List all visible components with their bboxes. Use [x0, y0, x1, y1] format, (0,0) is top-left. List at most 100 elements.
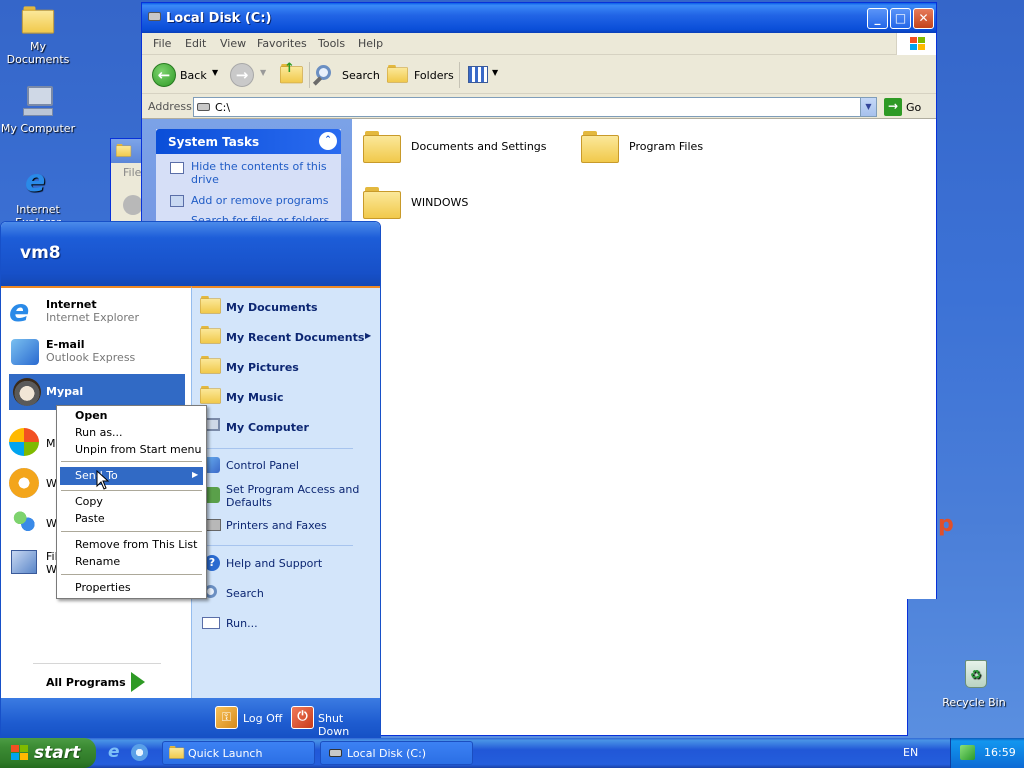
menu-my-recent-documents[interactable]: My Recent Documents — [226, 331, 364, 344]
desktop-icon-label: Recycle Bin — [942, 696, 1006, 709]
folder-icon — [363, 187, 401, 219]
mfu-item[interactable]: Fil W — [9, 546, 59, 580]
search-button[interactable]: Search — [312, 63, 380, 87]
all-programs-button[interactable]: All Programs — [41, 670, 151, 694]
forward-arrow-icon: → — [230, 63, 254, 87]
menu-help[interactable]: Help — [358, 37, 383, 50]
quick-launch-browser-icon[interactable] — [131, 744, 148, 761]
folder-windows[interactable]: WINDOWS — [363, 185, 523, 221]
explorer-titlebar[interactable]: Local Disk (C:) _ □ ✕ — [142, 3, 936, 33]
network-icon[interactable] — [960, 745, 975, 760]
maximize-button[interactable]: □ — [890, 8, 911, 29]
folder-program-files[interactable]: Program Files — [581, 129, 761, 165]
desktop-icon-internet-explorer[interactable]: e Internet Explorer — [0, 165, 78, 222]
windows-logo-icon — [11, 745, 29, 761]
back-label: Back — [180, 69, 207, 82]
left-pane-divider — [33, 663, 161, 664]
start-button[interactable]: start — [0, 738, 96, 768]
taskbar-quick-launch[interactable]: Quick Launch — [162, 741, 315, 765]
ctx-properties[interactable]: Properties — [75, 581, 131, 594]
menu-my-music[interactable]: My Music — [226, 391, 284, 404]
background-menu-file[interactable]: File — [123, 166, 141, 179]
menu-printers-and-faxes[interactable]: Printers and Faxes — [226, 519, 327, 532]
task-label: Local Disk (C:) — [347, 747, 427, 760]
ctx-copy[interactable]: Copy — [75, 495, 103, 508]
desktop-icon-my-computer[interactable]: My Computer — [0, 84, 78, 135]
ctx-remove[interactable]: Remove from This List — [75, 538, 197, 551]
quick-launch-ie-icon[interactable]: e — [108, 744, 120, 761]
views-icon — [468, 66, 488, 83]
chevron-down-icon: ▼ — [212, 68, 219, 77]
menu-my-pictures[interactable]: My Pictures — [226, 361, 299, 374]
mfu-item[interactable]: MS — [9, 426, 62, 460]
mypal-icon — [13, 378, 41, 406]
minimize-button[interactable]: _ — [867, 8, 888, 29]
ctx-unpin[interactable]: Unpin from Start menu — [75, 443, 201, 456]
shut-down-button[interactable]: ⏻ Shut Down — [291, 706, 373, 737]
ctx-run-as[interactable]: Run as... — [75, 426, 123, 439]
folder-documents-and-settings[interactable]: Documents and Settings — [363, 129, 563, 165]
address-dropdown-button[interactable]: ▼ — [860, 98, 876, 116]
menu-view[interactable]: View — [220, 37, 246, 50]
ctx-paste[interactable]: Paste — [75, 512, 105, 525]
address-input[interactable]: C:\ ▼ — [193, 97, 877, 117]
address-label: Address — [148, 100, 192, 113]
taskbar-local-disk[interactable]: Local Disk (C:) — [320, 741, 473, 765]
folder-icon — [581, 131, 619, 163]
task-add-remove[interactable]: Add or remove programs — [170, 194, 330, 207]
go-button[interactable]: → Go — [883, 97, 925, 117]
menu-search[interactable]: Search — [226, 587, 264, 600]
menu-my-documents[interactable]: My Documents — [226, 301, 318, 314]
menu-set-program-access[interactable]: Set Program Access and Defaults — [226, 483, 366, 509]
back-button[interactable]: ← Back ▼ — [152, 63, 220, 87]
windows-logo-icon — [896, 33, 936, 55]
folder-icon — [169, 746, 185, 759]
collapse-icon[interactable]: ⌃ — [319, 132, 337, 150]
menu-tools[interactable]: Tools — [318, 37, 345, 50]
task-hide-contents[interactable]: Hide the contents of this drive — [170, 160, 330, 186]
user-name: vm8 — [20, 243, 61, 263]
ctx-open[interactable]: Open — [75, 409, 108, 422]
menu-help-and-support[interactable]: Help and Support — [226, 557, 322, 570]
log-off-icon: ⚿ — [215, 706, 238, 729]
search-label: Search — [342, 69, 380, 82]
views-button[interactable]: ▼ — [466, 65, 500, 85]
system-tasks-header[interactable]: System Tasks ⌃ — [156, 129, 341, 154]
clock[interactable]: 16:59 — [984, 746, 1016, 759]
address-bar: Address C:\ ▼ → Go — [142, 95, 936, 119]
pinned-title: Internet — [46, 298, 97, 311]
language-indicator[interactable]: EN — [903, 746, 918, 759]
menu-edit[interactable]: Edit — [185, 37, 206, 50]
folders-button[interactable]: Folders — [387, 63, 455, 87]
partial-app-icon: p — [938, 512, 954, 537]
desktop-icon-label: My Computer — [0, 122, 76, 135]
my-documents-icon — [200, 296, 222, 318]
pinned-subtitle: Internet Explorer — [46, 311, 139, 324]
ctx-rename[interactable]: Rename — [75, 555, 120, 568]
close-button[interactable]: ✕ — [913, 8, 934, 29]
pinned-internet[interactable]: e Internet Internet Explorer — [9, 296, 185, 332]
menu-file[interactable]: File — [153, 37, 171, 50]
pinned-email[interactable]: E-mail Outlook Express — [9, 336, 185, 372]
desktop-icon-my-documents[interactable]: My Documents — [0, 2, 78, 66]
start-menu-header: vm8 — [1, 222, 380, 286]
folder-label: WINDOWS — [411, 196, 469, 209]
ctx-send-to[interactable]: Send To ▶ — [60, 467, 203, 485]
desktop-icon-recycle-bin[interactable]: ♻ Recycle Bin — [934, 658, 1014, 709]
mfu-item[interactable]: W — [9, 506, 59, 540]
menu-run[interactable]: Run... — [226, 617, 258, 630]
menu-control-panel[interactable]: Control Panel — [226, 459, 299, 472]
mfu-item[interactable]: W — [9, 466, 59, 500]
menu-my-computer[interactable]: My Computer — [226, 421, 309, 434]
drive-icon — [197, 103, 210, 111]
menu-favorites[interactable]: Favorites — [257, 37, 307, 50]
system-tasks-title: System Tasks — [168, 135, 260, 149]
back-arrow-icon: ← — [152, 63, 176, 87]
desktop-icon-label: Internet Explorer — [15, 203, 61, 221]
log-off-button[interactable]: ⚿ Log Off — [215, 706, 285, 730]
up-folder-button[interactable]: ↑ — [280, 61, 304, 88]
messenger-icon — [11, 510, 37, 536]
forward-button[interactable]: → ▼ — [230, 63, 270, 87]
my-pictures-icon — [200, 356, 222, 378]
pinned-subtitle: Outlook Express — [46, 351, 136, 364]
